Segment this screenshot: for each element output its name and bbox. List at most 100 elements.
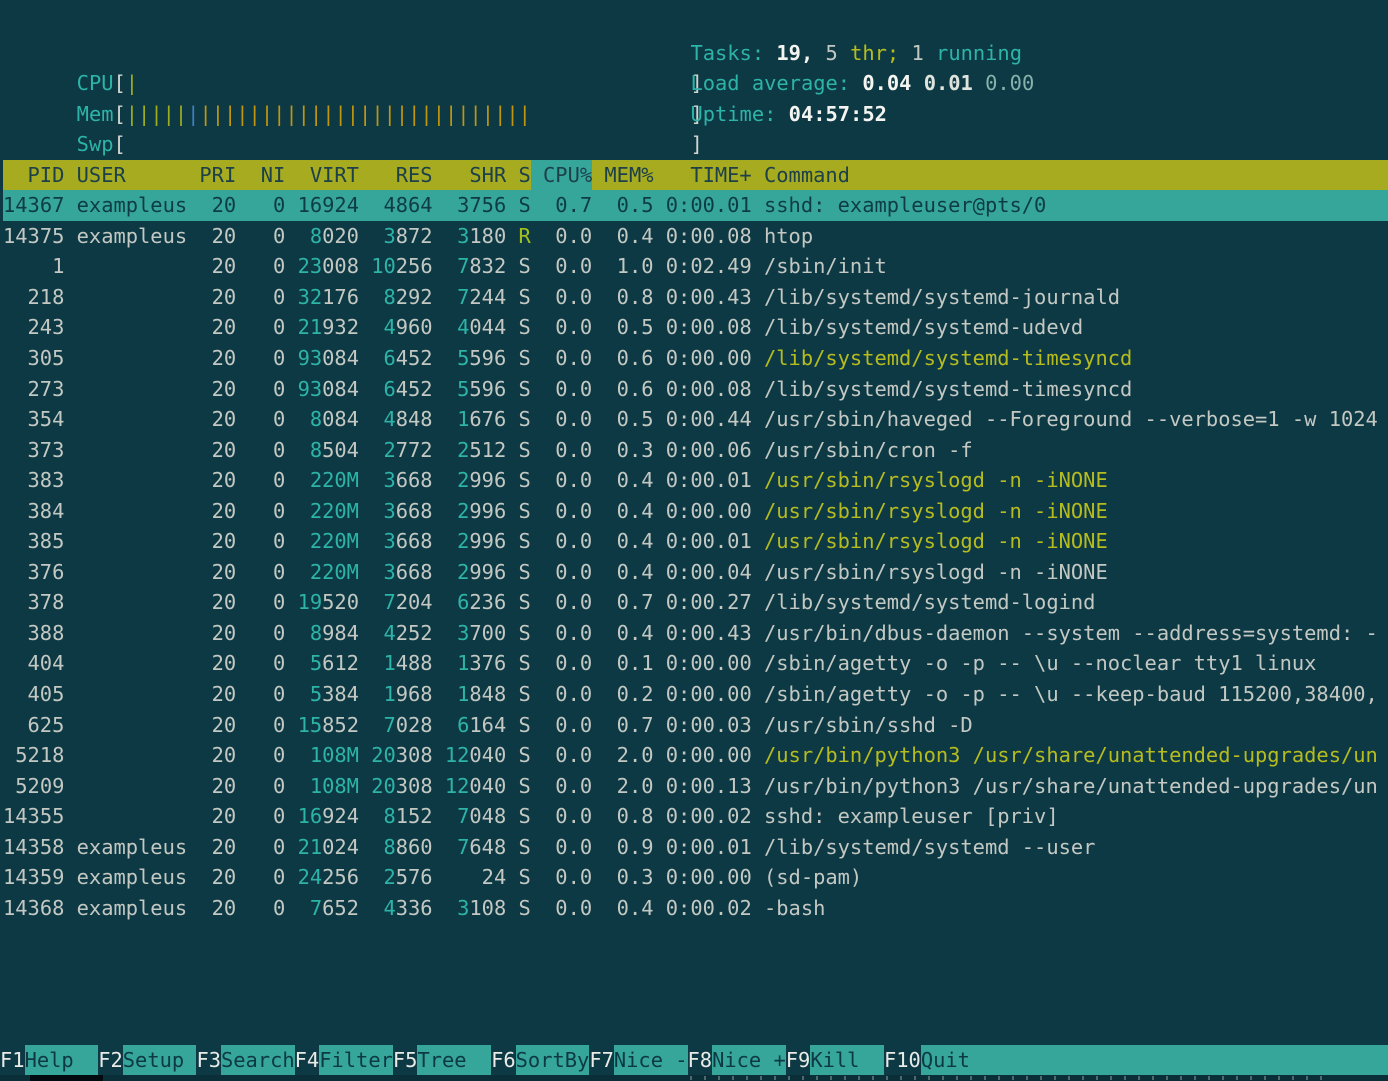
s-cell: S: [519, 282, 531, 313]
process-row[interactable]: 218 20 0 32176 8292 7244 S0.00.80:00.43 …: [3, 282, 1388, 313]
mem-kb-part: 772: [396, 438, 433, 462]
process-row[interactable]: 354 20 0 8084 4848 1676 S0.00.50:00.44 /…: [3, 404, 1388, 435]
process-row[interactable]: 14368 exampleus 20 0 7652 4336 3108 S0.0…: [3, 893, 1388, 924]
pid-value: 1: [52, 254, 64, 278]
res-cell: 4252: [371, 618, 432, 649]
mem-kb-part: 668: [396, 468, 433, 492]
mem-cell: 0.1: [592, 648, 653, 679]
mem-kb-part: 576: [396, 865, 433, 889]
cmd-cell: htop: [764, 221, 1378, 252]
column-header-s[interactable]: S: [519, 160, 531, 191]
s-cell: S: [519, 587, 531, 618]
process-row[interactable]: 388 20 0 8984 4252 3700 S0.00.40:00.43 /…: [3, 618, 1388, 649]
shr-cell: 2996: [445, 557, 506, 588]
fkey-quit[interactable]: Quit: [921, 1045, 1388, 1076]
shr-cell: 7648: [445, 832, 506, 863]
process-row[interactable]: 273 20 0 93084 6452 5596 S0.00.60:00.08 …: [3, 374, 1388, 405]
column-header-time[interactable]: TIME+: [654, 160, 752, 191]
res-cell: 20308: [371, 771, 432, 802]
column-header-user[interactable]: USER: [77, 160, 187, 191]
cell-gap: [64, 404, 76, 435]
process-row[interactable]: 376 20 0 220M 3668 2996 S0.00.40:00.04 /…: [3, 557, 1388, 588]
pri-cell: 20: [199, 251, 236, 282]
process-row[interactable]: 5218 20 0 108M 20308 12040 S0.02.00:00.0…: [3, 740, 1388, 771]
s-cell: S: [519, 251, 531, 282]
mem-cell: 0.6: [592, 374, 653, 405]
ni-value: 0: [273, 835, 285, 859]
res-cell: 8152: [371, 801, 432, 832]
process-row[interactable]: 1 20 0 23008 10256 7832 S0.01.00:02.49 /…: [3, 251, 1388, 282]
virt-cell: 93084: [298, 374, 359, 405]
user-cell: exampleus: [77, 893, 187, 924]
fkey-setup[interactable]: Setup: [123, 1045, 197, 1076]
process-row[interactable]: 243 20 0 21932 4960 4044 S0.00.50:00.08 …: [3, 312, 1388, 343]
cell-gap: [236, 312, 248, 343]
process-row[interactable]: 14355 20 0 16924 8152 7048 S0.00.80:00.0…: [3, 801, 1388, 832]
state-letter: R: [519, 224, 531, 248]
fkey-sortby[interactable]: SortBy: [516, 1045, 590, 1076]
process-row[interactable]: 373 20 0 8504 2772 2512 S0.00.30:00.06 /…: [3, 435, 1388, 466]
column-header-mem[interactable]: MEM%: [592, 160, 653, 191]
column-header-cmd[interactable]: Command: [764, 160, 1378, 191]
mem-mb-part: 108M: [310, 774, 359, 798]
column-header-virt[interactable]: VIRT: [298, 160, 359, 191]
column-header-pid[interactable]: PID: [3, 160, 64, 191]
command-text: /usr/bin/dbus-daemon --system --address=…: [764, 621, 1378, 645]
process-row[interactable]: 14358 exampleus 20 0 21024 8860 7648 S0.…: [3, 832, 1388, 863]
state-letter: S: [519, 315, 531, 339]
tasks-summary: Tasks: 19, 5 thr; 1 running: [690, 38, 1022, 69]
pid-value: 243: [28, 315, 65, 339]
fkey-nice-plus[interactable]: Nice +: [712, 1045, 786, 1076]
cpu-cell: 0.7: [531, 190, 592, 221]
cpu-value: 0.0: [555, 621, 592, 645]
process-row[interactable]: 385 20 0 220M 3668 2996 S0.00.40:00.01 /…: [3, 526, 1388, 557]
process-row[interactable]: 305 20 0 93084 6452 5596 S0.00.60:00.00 …: [3, 343, 1388, 374]
process-row[interactable]: 384 20 0 220M 3668 2996 S0.00.40:00.00 /…: [3, 496, 1388, 527]
summary-segment: 0.01: [924, 71, 985, 95]
cell-gap: [506, 648, 518, 679]
process-row[interactable]: 5209 20 0 108M 20308 12040 S0.02.00:00.1…: [3, 771, 1388, 802]
pid-cell: 14359: [3, 862, 64, 893]
process-row[interactable]: 378 20 0 19520 7204 6236 S0.00.70:00.27 …: [3, 587, 1388, 618]
terminal-cursor-fragment: [30, 1075, 103, 1081]
process-row[interactable]: 14367 exampleus 20 0 16924 4864 3756 S0.…: [3, 190, 1388, 221]
user-cell: exampleus: [77, 862, 187, 893]
mem-kb-part: 244: [469, 285, 506, 309]
fkey-help[interactable]: Help: [25, 1045, 99, 1076]
column-header-cpu[interactable]: CPU%: [531, 160, 592, 191]
ni-cell: 0: [248, 496, 285, 527]
cell-gap: [236, 587, 248, 618]
process-row[interactable]: 405 20 0 5384 1968 1848 S0.00.20:00.00 /…: [3, 679, 1388, 710]
column-header-pri[interactable]: PRI: [199, 160, 236, 191]
mem-mb-part: 3: [383, 529, 395, 553]
pri-cell: 20: [199, 801, 236, 832]
pid-value: 218: [28, 285, 65, 309]
cell-gap: [187, 404, 199, 435]
process-row[interactable]: 14359 exampleus 20 0 24256 2576 24 S0.00…: [3, 862, 1388, 893]
cell-gap: [506, 771, 518, 802]
process-row[interactable]: 14375 exampleus 20 0 8020 3872 3180 R0.0…: [3, 221, 1388, 252]
process-row[interactable]: 625 20 0 15852 7028 6164 S0.00.70:00.03 …: [3, 710, 1388, 741]
fkey-nice-minus[interactable]: Nice -: [614, 1045, 688, 1076]
mem-mb-part: 3: [457, 621, 469, 645]
process-row[interactable]: 383 20 0 220M 3668 2996 S0.00.40:00.01 /…: [3, 465, 1388, 496]
res-cell: 7204: [371, 587, 432, 618]
pid-cell: 388: [3, 618, 64, 649]
state-letter: S: [519, 590, 531, 614]
fkey-kill[interactable]: Kill: [810, 1045, 884, 1076]
column-header-shr[interactable]: SHR: [445, 160, 506, 191]
fkey-tree[interactable]: Tree: [417, 1045, 491, 1076]
mem-cell: 0.9: [592, 832, 653, 863]
column-header-res[interactable]: RES: [371, 160, 432, 191]
pri-cell: 20: [199, 221, 236, 252]
process-row[interactable]: 404 20 0 5612 1488 1376 S0.00.10:00.00 /…: [3, 648, 1388, 679]
cell-gap: [433, 771, 445, 802]
fkey-search[interactable]: Search: [221, 1045, 295, 1076]
cell-gap: [187, 526, 199, 557]
command-text: /sbin/agetty -o -p -- \u --noclear tty1 …: [764, 651, 1316, 675]
state-letter: S: [519, 774, 531, 798]
column-header-ni[interactable]: NI: [248, 160, 285, 191]
ni-cell: 0: [248, 771, 285, 802]
fkey-filter[interactable]: Filter: [319, 1045, 393, 1076]
mem-mb-part: 3: [383, 224, 395, 248]
